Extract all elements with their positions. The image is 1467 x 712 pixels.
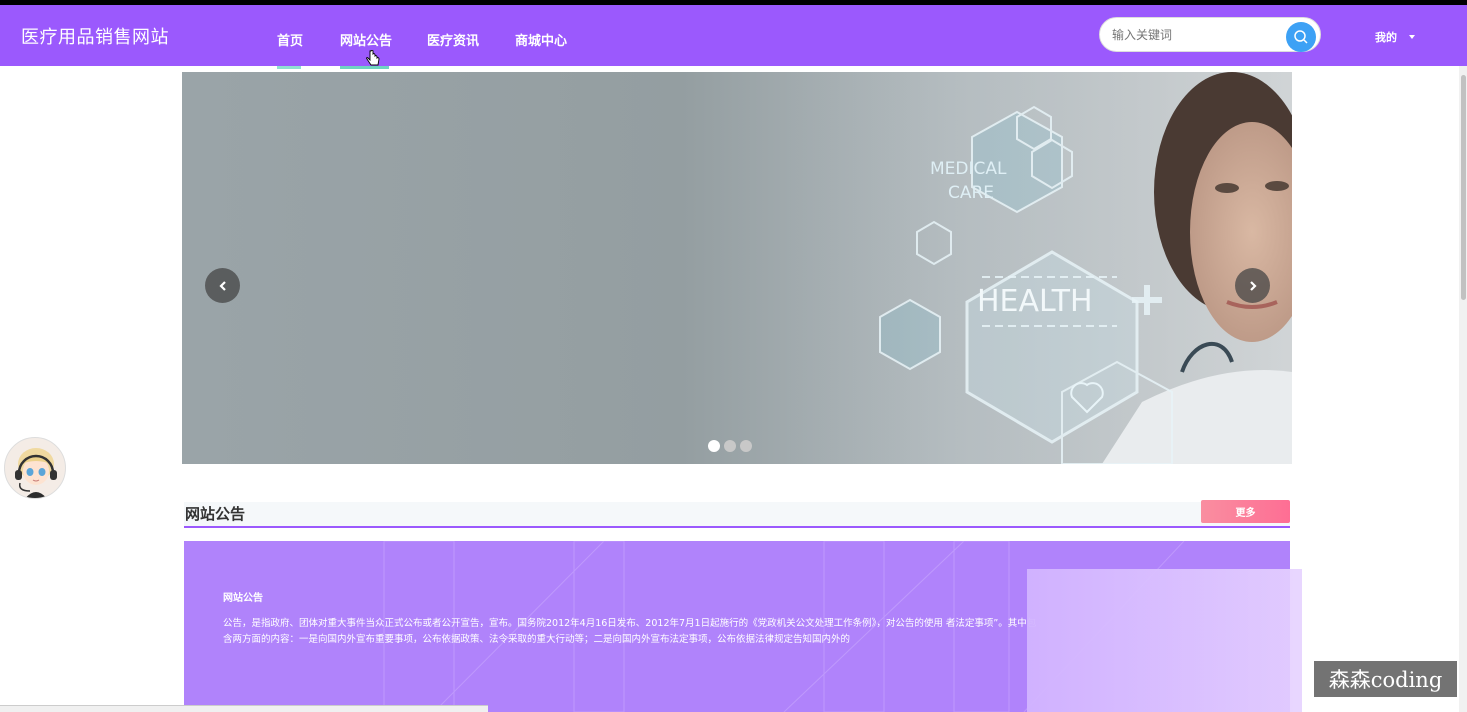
slide-text-care: CARE: [948, 183, 994, 203]
carousel-dot-2[interactable]: [724, 440, 736, 452]
search-button[interactable]: [1286, 22, 1316, 52]
hand-cursor-icon: [366, 50, 380, 66]
site-brand[interactable]: 医疗用品销售网站: [21, 23, 169, 49]
headset-girl-icon: [15, 448, 57, 498]
chevron-right-icon: [1249, 280, 1257, 291]
carousel-next-button[interactable]: [1235, 268, 1270, 303]
nav-home-indicator: [277, 66, 301, 69]
search-input[interactable]: [1112, 25, 1272, 45]
carousel-dot-1[interactable]: [708, 440, 720, 452]
browser-status-bar: [0, 705, 488, 712]
scrollbar-thumb[interactable]: [1461, 75, 1466, 300]
chevron-down-icon[interactable]: [1409, 35, 1415, 39]
announcement-section-header: 网站公告: [184, 502, 1290, 528]
blurred-popup-overlay: [1027, 569, 1302, 712]
slide-text-medical: MEDICAL: [930, 159, 1007, 179]
banner-carousel[interactable]: MEDICAL CARE HEALTH: [182, 72, 1292, 464]
announcement-title[interactable]: 网站公告: [223, 589, 263, 604]
carousel-indicators: [708, 440, 752, 452]
announcement-body: 公告，是指政府、团体对重大事件当众正式公布或者公开宣告，宣布。国务院2012年4…: [223, 618, 1037, 645]
carousel-slide-image: MEDICAL CARE HEALTH: [782, 72, 1292, 464]
nav-item-announcements[interactable]: 网站公告: [340, 30, 392, 49]
nav-item-medical-news[interactable]: 医疗资讯: [427, 30, 479, 49]
nav-active-indicator: [340, 66, 389, 69]
carousel-prev-button[interactable]: [205, 268, 240, 303]
customer-service-avatar[interactable]: [4, 437, 66, 499]
user-menu[interactable]: 我的: [1375, 29, 1397, 45]
search-icon: [1294, 30, 1308, 44]
nav-item-mall-center[interactable]: 商城中心: [515, 30, 567, 49]
slide-text-health: HEALTH: [977, 284, 1093, 319]
more-button[interactable]: 更多: [1201, 500, 1290, 523]
carousel-dot-3[interactable]: [740, 440, 752, 452]
nav-item-home[interactable]: 首页: [277, 30, 303, 49]
watermark: 森森coding: [1314, 661, 1457, 697]
section-title: 网站公告: [185, 505, 246, 523]
top-navbar: 医疗用品销售网站 首页 网站公告 医疗资讯 商城中心 我的: [0, 5, 1467, 69]
chevron-left-icon: [218, 280, 226, 291]
